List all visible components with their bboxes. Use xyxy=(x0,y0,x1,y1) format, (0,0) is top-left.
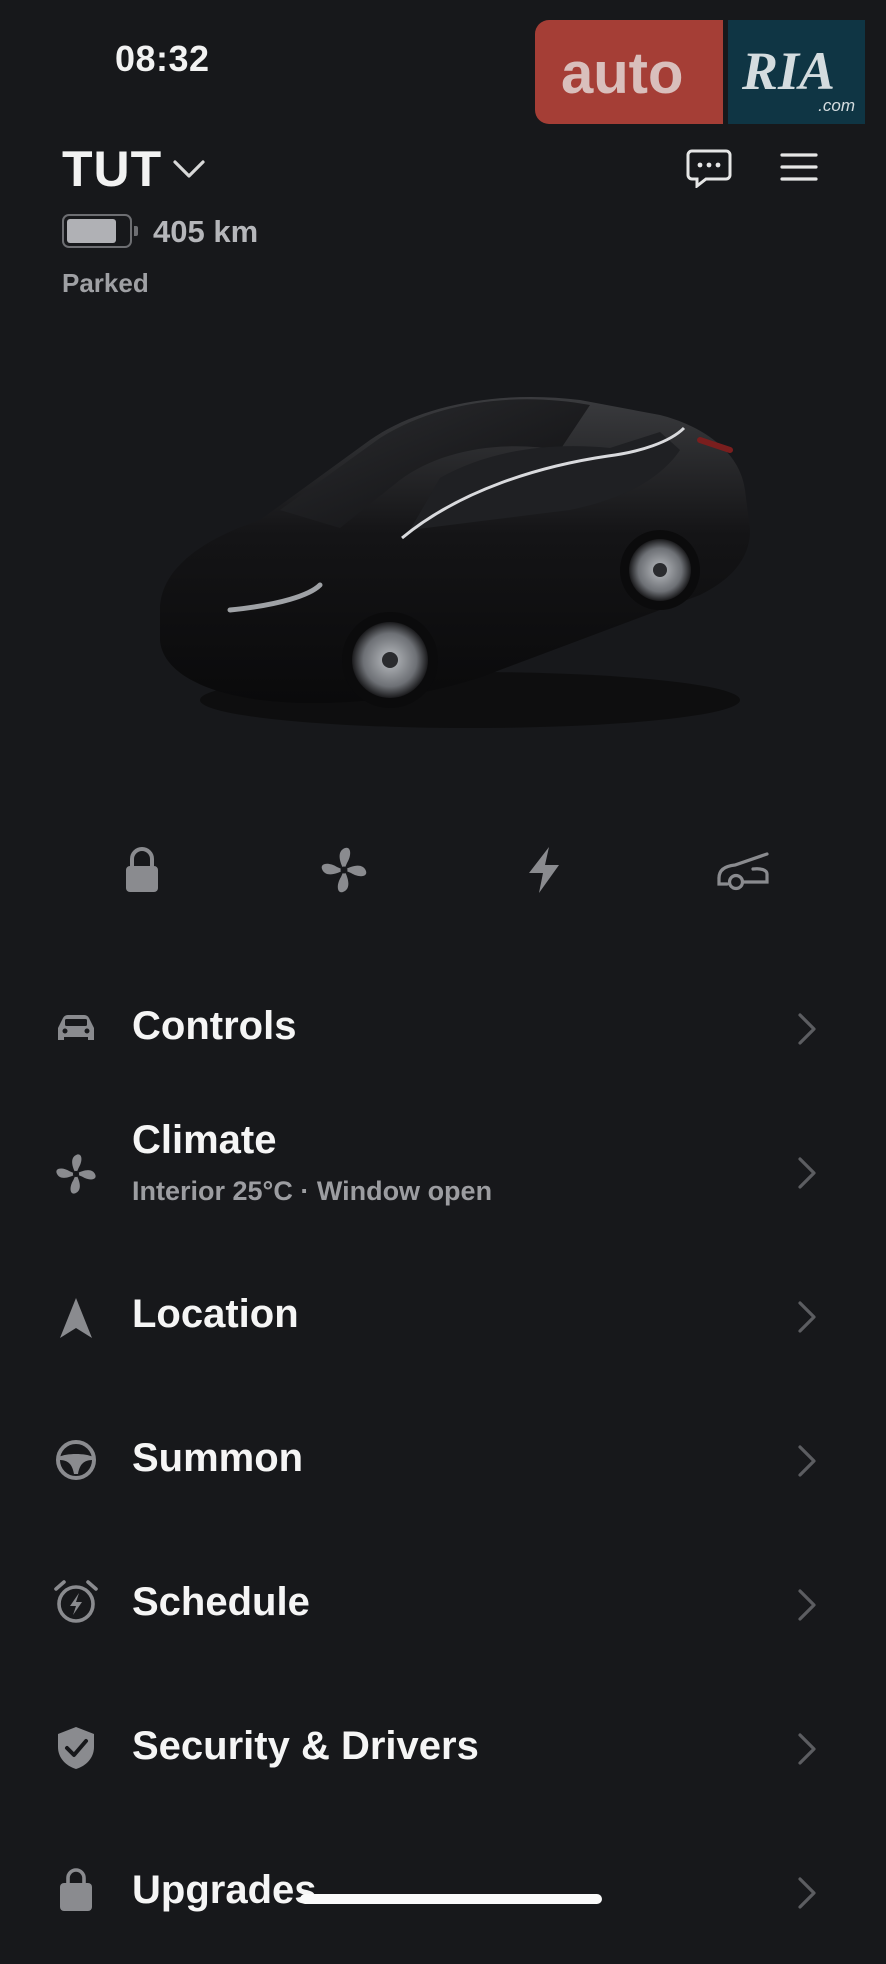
menu-item-label: Schedule xyxy=(132,1580,310,1624)
chevron-right-icon xyxy=(798,1445,816,1477)
menu-item-climate[interactable]: Climate Interior 25°C · Window open xyxy=(0,1100,886,1244)
chevron-right-icon xyxy=(798,1301,816,1333)
chevron-right-icon xyxy=(798,1877,816,1909)
chat-bubble-icon[interactable] xyxy=(686,148,732,188)
chevron-right-icon xyxy=(798,1013,816,1045)
chevron-right-icon xyxy=(798,1733,816,1765)
frunk-icon xyxy=(717,852,769,891)
vehicle-state: Parked xyxy=(62,268,149,298)
climate-status: Interior 25°C · Window open xyxy=(132,1176,493,1206)
watermark-ria-block: RIA .com xyxy=(728,20,865,124)
chevron-right-icon xyxy=(798,1589,816,1621)
chevron-down-icon[interactable] xyxy=(172,158,206,180)
vehicle-image xyxy=(160,396,750,728)
shield-check-icon xyxy=(52,1724,100,1772)
home-indicator[interactable] xyxy=(300,1894,602,1904)
menu-item-label: Upgrades xyxy=(132,1868,317,1912)
battery-icon xyxy=(62,214,138,248)
quick-climate-button[interactable] xyxy=(316,842,372,898)
watermark-auto-text: auto xyxy=(561,41,684,106)
quick-lock-button[interactable] xyxy=(114,842,170,898)
menu-item-security-drivers[interactable]: Security & Drivers xyxy=(0,1676,886,1820)
watermark-com-text: .com xyxy=(818,96,855,115)
menu-item-summon[interactable]: Summon xyxy=(0,1388,886,1532)
navigation-arrow-icon xyxy=(52,1294,100,1342)
hamburger-menu-icon[interactable] xyxy=(780,152,818,182)
bolt-icon xyxy=(529,847,559,893)
menu-item-label: Location xyxy=(132,1292,299,1336)
menu-item-schedule[interactable]: Schedule xyxy=(0,1532,886,1676)
chevron-right-icon xyxy=(798,1157,816,1189)
car-icon xyxy=(52,1004,100,1052)
menu-item-controls[interactable]: Controls xyxy=(0,956,886,1100)
quick-charge-button[interactable] xyxy=(516,842,572,898)
lock-icon xyxy=(126,847,158,892)
status-time: 08:32 xyxy=(115,38,210,79)
shopping-bag-icon xyxy=(52,1866,100,1914)
menu-item-upgrades[interactable]: Upgrades xyxy=(0,1820,886,1964)
steering-wheel-icon xyxy=(52,1436,100,1484)
watermark-auto-block: auto xyxy=(535,20,723,124)
menu-item-label: Summon xyxy=(132,1436,304,1480)
watermark-ria-text: RIA xyxy=(742,41,836,101)
menu-item-label: Climate xyxy=(132,1118,277,1162)
quick-frunk-button[interactable] xyxy=(716,842,772,898)
autoria-watermark: auto RIA .com xyxy=(535,20,865,124)
fan-icon xyxy=(52,1150,100,1198)
range-value: 405 km xyxy=(153,214,259,249)
menu-item-location[interactable]: Location xyxy=(0,1244,886,1388)
fan-icon xyxy=(321,847,367,893)
vehicle-name[interactable]: TUT xyxy=(62,140,162,198)
alarm-clock-icon xyxy=(52,1578,100,1626)
menu-item-label: Controls xyxy=(132,1004,297,1048)
menu-item-label: Security & Drivers xyxy=(132,1724,479,1768)
battery-fill xyxy=(67,219,117,243)
